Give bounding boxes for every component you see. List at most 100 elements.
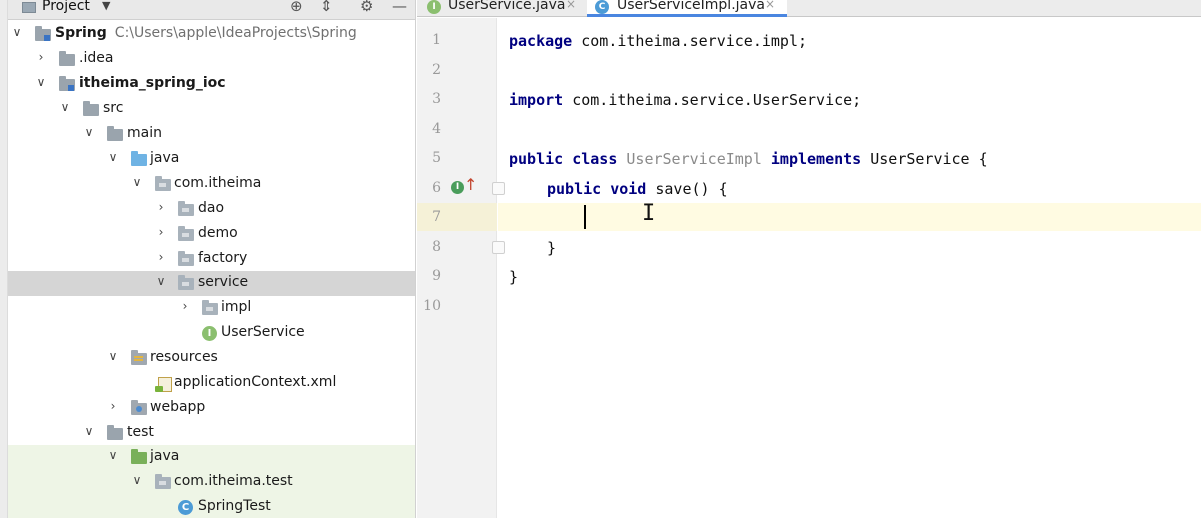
tree-item-applicationcontext-xml[interactable]: applicationContext.xml: [8, 371, 415, 396]
go-to-super-arrow-icon[interactable]: ↑: [464, 175, 477, 194]
xml-file-icon: [155, 377, 172, 392]
project-icon: [22, 2, 36, 13]
chevron-down-icon[interactable]: ∨: [154, 274, 168, 288]
tree-item-impl[interactable]: › impl: [8, 296, 415, 321]
code-line-8: }: [547, 239, 557, 257]
tree-item-java[interactable]: ∨ java: [8, 147, 415, 172]
test-source-folder-icon: [131, 449, 147, 464]
tree-item-test-java[interactable]: ∨ java: [8, 445, 415, 470]
interface-icon: I: [427, 0, 441, 14]
chevron-right-icon[interactable]: ›: [154, 200, 168, 214]
folder-icon: [59, 51, 75, 66]
project-panel-header: Project ▼ ⊕ ⇕ ⚙ —: [8, 0, 415, 20]
tree-item-main[interactable]: ∨ main: [8, 122, 415, 147]
line-number: 6: [432, 180, 441, 196]
code-line-5: public class UserServiceImpl implements …: [509, 150, 988, 168]
package-icon: [178, 226, 194, 241]
text-caret: [584, 205, 586, 229]
implements-method-icon[interactable]: I: [451, 181, 464, 194]
code-text: com.itheima.service.UserService;: [563, 91, 862, 109]
tab-userserviceimpl-java[interactable]: C UserServiceImpl.java ×: [587, 0, 787, 17]
tree-item-test[interactable]: ∨ test: [8, 421, 415, 446]
tab-label: UserService.java: [448, 0, 566, 13]
source-folder-icon: [131, 151, 147, 166]
keyword: implements: [770, 150, 862, 168]
chevron-right-icon[interactable]: ›: [154, 225, 168, 239]
resources-folder-icon: [131, 350, 147, 365]
code-line-1: package com.itheima.service.impl;: [509, 32, 807, 50]
close-icon[interactable]: ×: [765, 0, 775, 11]
tree-item-label: src: [103, 100, 124, 116]
class-name: UserServiceImpl: [617, 150, 771, 168]
keyword: public class: [509, 150, 618, 168]
tree-item-label: applicationContext.xml: [174, 374, 337, 390]
tree-item-label: test: [127, 424, 154, 440]
tree-item-resources[interactable]: ∨ resources: [8, 346, 415, 371]
folder-icon: [107, 126, 123, 141]
chevron-down-icon[interactable]: ∨: [82, 424, 96, 438]
tab-label: UserServiceImpl.java: [617, 0, 765, 13]
tree-item-label: main: [127, 125, 162, 141]
tree-item-factory[interactable]: › factory: [8, 247, 415, 272]
chevron-down-icon[interactable]: ∨: [106, 150, 120, 164]
chevron-down-icon[interactable]: ∨: [106, 448, 120, 462]
chevron-right-icon[interactable]: ›: [154, 250, 168, 264]
line-number: 1: [432, 32, 441, 48]
minimize-icon[interactable]: —: [392, 0, 407, 15]
tree-item-springtest[interactable]: C SpringTest: [8, 495, 415, 518]
tree-item-idea[interactable]: › .idea: [8, 47, 415, 72]
project-name: Spring: [55, 25, 107, 41]
tree-item-com-itheima-test[interactable]: ∨ com.itheima.test: [8, 470, 415, 495]
tool-window-strip[interactable]: [0, 0, 8, 518]
class-icon: C: [595, 0, 609, 14]
project-panel-title[interactable]: Project: [42, 0, 90, 14]
gear-icon[interactable]: ⚙: [360, 0, 373, 15]
tree-item-webapp[interactable]: › webapp: [8, 396, 415, 421]
chevron-down-icon[interactable]: ∨: [10, 25, 24, 39]
line-number: 3: [432, 91, 441, 107]
tree-item-dao[interactable]: › dao: [8, 197, 415, 222]
module-badge-icon: [68, 85, 74, 91]
chevron-down-icon[interactable]: ∨: [106, 349, 120, 363]
line-number: 4: [432, 121, 441, 137]
keyword: public void: [547, 180, 647, 198]
collapse-icon[interactable]: ⇕: [320, 0, 333, 15]
folder-icon: [83, 101, 99, 116]
close-icon[interactable]: ×: [566, 0, 576, 11]
tree-item-label: .idea: [79, 50, 114, 66]
package-icon: [178, 275, 194, 290]
chevron-right-icon[interactable]: ›: [34, 50, 48, 64]
package-icon: [178, 251, 194, 266]
keyword: package: [509, 32, 573, 50]
class-icon: C: [178, 500, 193, 515]
chevron-right-icon[interactable]: ›: [106, 399, 120, 413]
line-number: 7: [432, 209, 441, 225]
globe-icon[interactable]: ⊕: [290, 0, 303, 15]
tree-item-label: itheima_spring_ioc: [79, 75, 226, 91]
tree-item-spring[interactable]: ∨ Spring C:\Users\apple\IdeaProjects\Spri…: [8, 22, 415, 47]
chevron-down-icon[interactable]: ∨: [58, 100, 72, 114]
tree-item-label: java: [150, 448, 180, 464]
chevron-down-icon[interactable]: ∨: [34, 75, 48, 89]
tree-item-demo[interactable]: › demo: [8, 222, 415, 247]
chevron-right-icon[interactable]: ›: [178, 299, 192, 313]
tree-item-label: com.itheima: [174, 175, 262, 191]
chevron-down-icon[interactable]: ∨: [82, 125, 96, 139]
code-text: UserService {: [861, 150, 988, 168]
line-number: 10: [423, 298, 441, 314]
chevron-down-icon[interactable]: ∨: [130, 175, 144, 189]
tab-userservice-java[interactable]: I UserService.java ×: [417, 0, 585, 17]
folder-icon: [107, 425, 123, 440]
tree-item-userservice[interactable]: I UserService: [8, 321, 415, 346]
view-mode-dropdown-icon[interactable]: ▼: [102, 0, 110, 12]
tree-item-label: Spring C:\Users\apple\IdeaProjects\Spring: [55, 25, 357, 41]
chevron-down-icon[interactable]: ∨: [130, 473, 144, 487]
tree-item-label: service: [198, 274, 249, 290]
tree-item-itheima-spring-ioc[interactable]: ∨ itheima_spring_ioc: [8, 72, 415, 97]
tree-item-service[interactable]: ∨ service: [8, 271, 415, 296]
fold-open-icon[interactable]: [492, 182, 505, 195]
tree-item-src[interactable]: ∨ src: [8, 97, 415, 122]
project-path: C:\Users\apple\IdeaProjects\Spring: [114, 25, 357, 41]
tree-item-com-itheima[interactable]: ∨ com.itheima: [8, 172, 415, 197]
fold-close-icon[interactable]: [492, 241, 505, 254]
